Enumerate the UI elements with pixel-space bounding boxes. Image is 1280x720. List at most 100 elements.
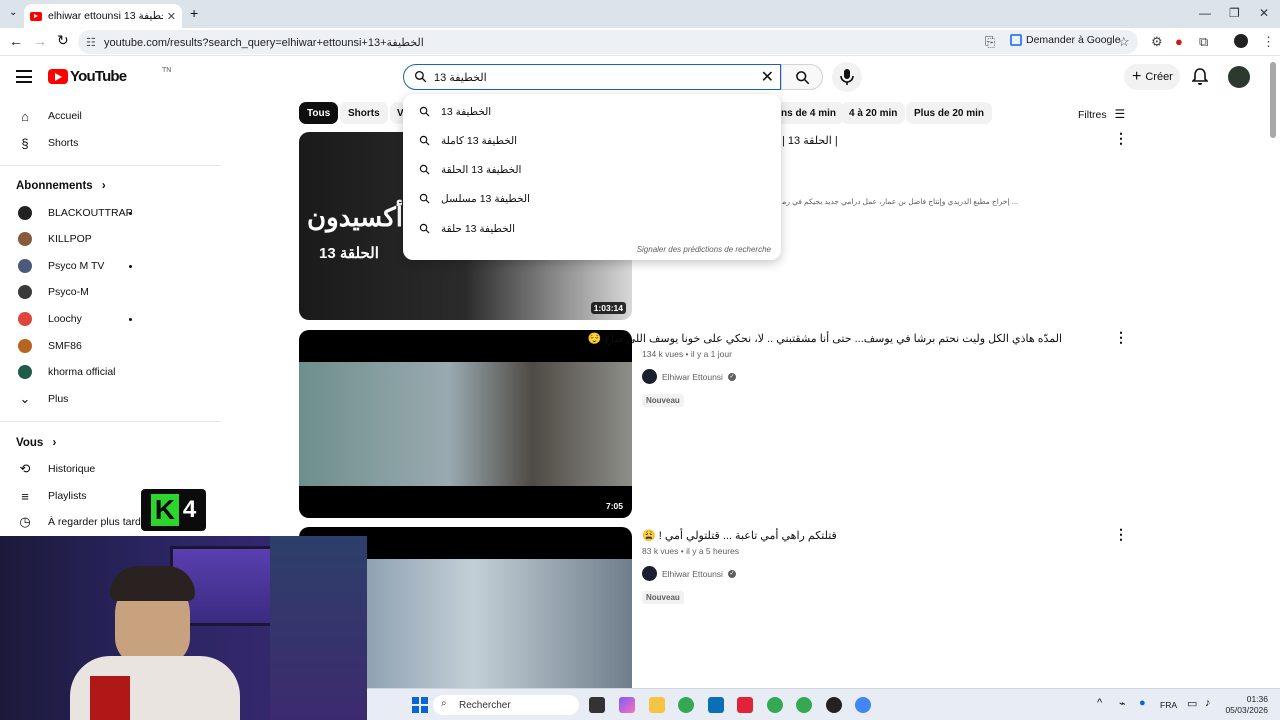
- search-icon: [419, 135, 430, 146]
- back-icon[interactable]: ←: [9, 33, 23, 49]
- volume-icon[interactable]: ♪: [1205, 697, 1211, 709]
- extensions-icon[interactable]: ⧉: [1199, 34, 1208, 50]
- tab-list-icon[interactable]: ⌄: [9, 7, 17, 18]
- video-title[interactable]: المدّه هاذي الكل وليت نحتم برشا في يوسف.…: [588, 332, 1062, 345]
- bookmark-star-icon[interactable]: ☆: [1118, 34, 1130, 50]
- new-tab-icon[interactable]: +: [190, 5, 198, 21]
- channel-link[interactable]: Elhiwar Ettounsi ✓: [642, 566, 736, 581]
- chrome-profile-2-icon[interactable]: [796, 697, 812, 713]
- video-meta: 83 k vues • il y a 5 heures: [642, 546, 740, 556]
- channel-avatar: [18, 259, 32, 273]
- windows-start-icon[interactable]: [412, 697, 428, 713]
- sidebar-item-label: Shorts: [48, 137, 79, 149]
- sidebar-item-subscription[interactable]: khorma official: [0, 359, 220, 385]
- sidebar-item-subscription[interactable]: BLACKOUTTRAP: [0, 200, 220, 226]
- install-icon[interactable]: ⎘: [985, 34, 995, 50]
- sidebar-item-subscription[interactable]: Psyco M TV: [0, 253, 220, 279]
- new-badge: Nouveau: [642, 394, 684, 407]
- more-actions-icon[interactable]: ⋮: [1114, 526, 1128, 543]
- video-title[interactable]: | الحلقة 13 |: [782, 134, 838, 147]
- minimize-icon[interactable]: —: [1199, 6, 1211, 20]
- sidebar-divider: [0, 421, 220, 422]
- adblock-extension-icon[interactable]: ●: [1175, 34, 1183, 49]
- video-title[interactable]: قتلتكم راهي أمي تاعبة ... قتلتولي أمي ! …: [642, 529, 1062, 542]
- profile-icon[interactable]: [1234, 34, 1248, 48]
- search-button[interactable]: [781, 64, 823, 90]
- taskbar-search-input[interactable]: ⌕ Rechercher: [433, 695, 579, 715]
- you-heading[interactable]: Vous ›: [16, 437, 56, 449]
- youtube-logo[interactable]: YouTube TN: [48, 67, 171, 85]
- search-input[interactable]: الخطيفة 13 ✕: [403, 64, 781, 90]
- sidebar-item-shorts[interactable]: § Shorts: [0, 130, 220, 156]
- page-scrollbar[interactable]: [1270, 62, 1276, 138]
- chrome-profile-icon[interactable]: [767, 697, 783, 713]
- channel-link[interactable]: Elhiwar Ettounsi ✓: [642, 369, 736, 384]
- voice-search-button[interactable]: [832, 62, 862, 92]
- account-avatar[interactable]: [1228, 66, 1250, 88]
- forward-icon[interactable]: →: [33, 33, 47, 49]
- sidebar-item-subscription[interactable]: SMF86: [0, 333, 220, 359]
- more-actions-icon[interactable]: ⋮: [1114, 130, 1128, 147]
- store-icon[interactable]: [708, 697, 724, 713]
- restore-icon[interactable]: ❐: [1229, 6, 1240, 20]
- taskbar-clock[interactable]: 01:36 05/03/2026: [1225, 694, 1268, 716]
- copilot-icon[interactable]: [619, 697, 635, 713]
- tray-chevron-icon[interactable]: ^: [1097, 697, 1102, 709]
- sidebar-item-subscription[interactable]: Loochy: [0, 306, 220, 332]
- suggestion-item[interactable]: الخطيفة 13: [403, 101, 781, 123]
- tab-close-icon[interactable]: ✕: [167, 10, 176, 23]
- thumbnail-title-text: أكسيدون: [307, 202, 403, 232]
- subscriptions-heading[interactable]: Abonnements ›: [16, 180, 106, 192]
- upload-age: il y a 1 jour: [690, 349, 732, 359]
- suggestion-text: الخطيفة 13 مسلسل: [441, 193, 530, 205]
- video-duration: 7:05: [602, 500, 626, 512]
- reload-icon[interactable]: ↻: [57, 32, 69, 49]
- suggestion-item[interactable]: الخطيفة 13 حلقة: [403, 218, 781, 240]
- microphone-tray-icon[interactable]: ●: [1139, 697, 1146, 709]
- clear-search-icon[interactable]: ✕: [761, 67, 774, 87]
- filters-button[interactable]: Filtres ☰: [1078, 107, 1125, 121]
- chip-4-to-20-min[interactable]: 4 à 20 min: [841, 102, 906, 124]
- view-count: 134 k vues: [642, 349, 684, 359]
- suggestion-item[interactable]: الخطيفة 13 مسلسل: [403, 188, 781, 210]
- file-explorer-icon[interactable]: [649, 697, 665, 713]
- hoodie-red-panel: [90, 676, 130, 720]
- sidebar-item-subscription[interactable]: KILLPOP: [0, 226, 220, 252]
- chip-under-4-min[interactable]: ns de 4 min: [781, 102, 845, 124]
- language-indicator[interactable]: FRA: [1160, 700, 1177, 710]
- chrome-active-icon[interactable]: [855, 697, 871, 713]
- hamburger-menu-icon[interactable]: [16, 70, 32, 83]
- display-icon[interactable]: ▭: [1187, 697, 1197, 710]
- subscriptions-heading-label: Abonnements: [16, 180, 93, 192]
- chip-all[interactable]: Tous: [299, 102, 339, 124]
- close-window-icon[interactable]: ✕: [1259, 6, 1269, 20]
- notifications-bell-icon[interactable]: [1192, 68, 1208, 85]
- clock-date: 05/03/2026: [1225, 705, 1268, 715]
- new-badge: Nouveau: [642, 591, 684, 604]
- browser-tab[interactable]: elhiwar ettounsi 13 الخطيفة - Yo ✕: [24, 4, 182, 28]
- video-thumbnail[interactable]: 7:05: [299, 330, 632, 518]
- network-icon[interactable]: ⌁: [1119, 697, 1126, 710]
- suggestion-item[interactable]: الخطيفة 13 كاملة: [403, 130, 781, 152]
- address-bar[interactable]: ☷ youtube.com/results?search_query=elhiw…: [78, 30, 1138, 54]
- subscription-label: khorma official: [48, 366, 116, 378]
- sidebar-item-subscription[interactable]: Psyco-M: [0, 279, 220, 305]
- site-settings-icon[interactable]: ☷: [86, 36, 96, 49]
- report-predictions-link[interactable]: Signaler des prédictions de recherche: [637, 245, 771, 254]
- sidebar-item-more[interactable]: ⌄ Plus: [0, 386, 220, 412]
- ask-google-button[interactable]: Demander à Google: [1010, 34, 1121, 46]
- obs-icon[interactable]: [826, 697, 842, 713]
- extension-puzzle-icon[interactable]: ⚙: [1151, 34, 1163, 50]
- task-view-icon[interactable]: [589, 697, 605, 713]
- create-button[interactable]: + Créer: [1124, 64, 1180, 90]
- chip-over-20-min[interactable]: Plus de 20 min: [906, 102, 993, 124]
- chrome-app-icon[interactable]: [678, 697, 694, 713]
- more-actions-icon[interactable]: ⋮: [1114, 329, 1128, 346]
- sidebar-item-history[interactable]: ⟲ Historique: [0, 456, 220, 482]
- office-app-icon[interactable]: [737, 697, 753, 713]
- sidebar-item-home[interactable]: ⌂ Accueil: [0, 103, 220, 129]
- browser-menu-icon[interactable]: ⋮: [1262, 34, 1275, 50]
- chip-shorts[interactable]: Shorts: [340, 102, 388, 124]
- channel-avatar: [18, 285, 32, 299]
- suggestion-item[interactable]: الخطيفة 13 الحلقة: [403, 159, 781, 181]
